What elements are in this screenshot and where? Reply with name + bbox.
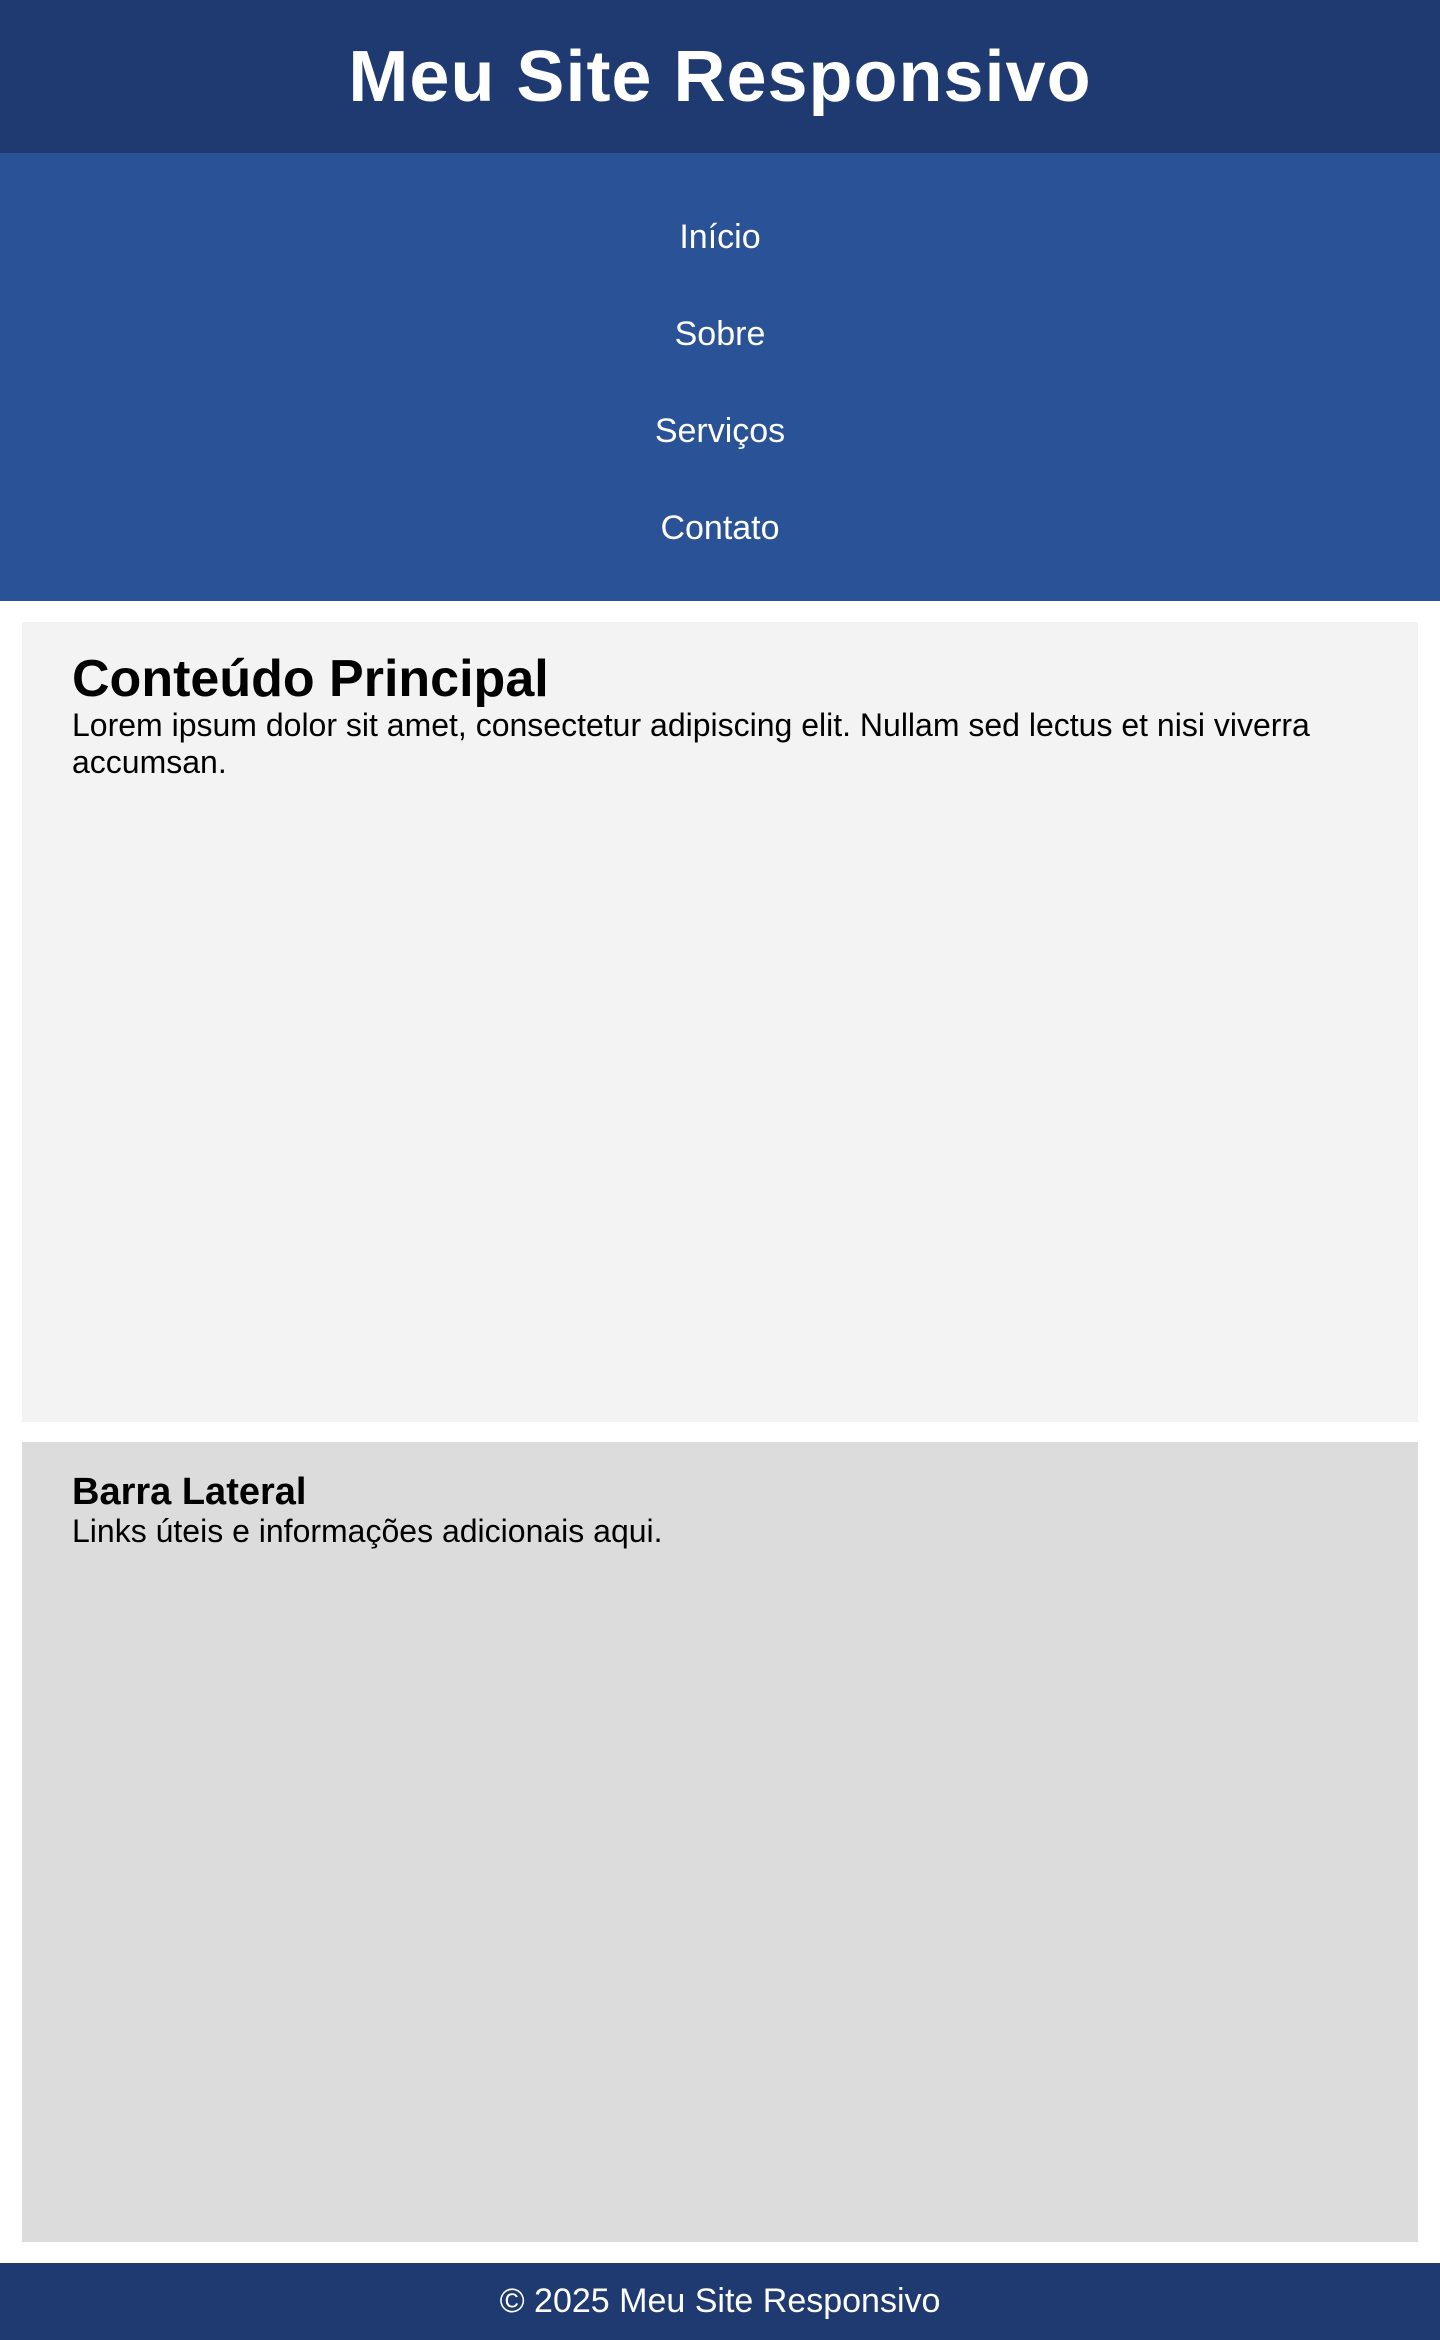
nav-item-servicos: Serviços xyxy=(0,383,1440,480)
site-footer: © 2025 Meu Site Responsivo xyxy=(0,2263,1440,2340)
nav-item-contato: Contato xyxy=(0,480,1440,577)
sidebar-panel: Barra Lateral Links úteis e informações … xyxy=(22,1442,1418,2242)
main-paragraph: Lorem ipsum dolor sit amet, consectetur … xyxy=(72,706,1310,781)
main-heading: Conteúdo Principal xyxy=(72,650,549,708)
nav-link-inicio[interactable]: Início xyxy=(679,218,760,257)
nav-item-inicio: Início xyxy=(0,189,1440,286)
sidebar-paragraph: Links úteis e informações adicionais aqu… xyxy=(72,1513,663,1550)
footer-copyright: © 2025 Meu Site Responsivo xyxy=(499,2282,941,2320)
main-navigation: Início Sobre Serviços Contato xyxy=(0,153,1440,601)
sidebar-heading: Barra Lateral xyxy=(72,1471,307,1513)
nav-link-servicos[interactable]: Serviços xyxy=(655,412,785,451)
nav-link-sobre[interactable]: Sobre xyxy=(675,315,766,354)
site-header: Meu Site Responsivo xyxy=(0,0,1440,153)
nav-list: Início Sobre Serviços Contato xyxy=(0,153,1440,577)
nav-link-contato[interactable]: Contato xyxy=(660,509,779,548)
site-title: Meu Site Responsivo xyxy=(348,36,1092,117)
main-content-panel: Conteúdo Principal Lorem ipsum dolor sit… xyxy=(22,622,1418,1422)
nav-item-sobre: Sobre xyxy=(0,286,1440,383)
